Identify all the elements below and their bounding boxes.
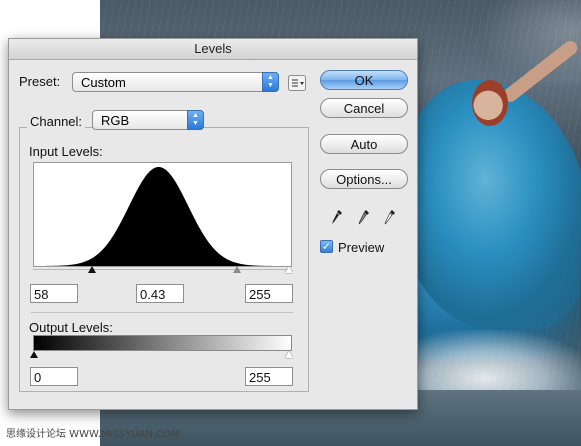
list-icon[interactable] — [288, 75, 306, 91]
output-black-field[interactable]: 0 — [30, 367, 78, 386]
histogram-plot — [34, 167, 291, 266]
channel-label: Channel: — [27, 114, 86, 129]
options-button[interactable]: Options... — [320, 169, 408, 189]
output-gradient-bar — [33, 335, 292, 351]
preview-label: Preview — [338, 240, 385, 255]
output-levels-label: Output Levels: — [29, 320, 113, 335]
white-point-eyedropper-icon[interactable] — [384, 209, 396, 225]
preset-label: Preset: — [19, 74, 61, 89]
preset-select[interactable]: Custom ▲ ▼ — [72, 72, 279, 92]
output-white-slider-handle[interactable] — [285, 351, 293, 358]
checkmark-icon: ✓ — [321, 241, 332, 253]
black-point-eyedropper-icon[interactable] — [331, 209, 343, 225]
cancel-button[interactable]: Cancel — [320, 98, 408, 118]
dialog-title: Levels — [9, 39, 417, 60]
gray-point-eyedropper-icon[interactable] — [358, 209, 370, 225]
output-black-slider-handle[interactable] — [30, 351, 38, 358]
input-black-slider-handle[interactable] — [88, 266, 96, 273]
histogram — [33, 162, 292, 267]
levels-dialog: Levels Preset: Custom ▲ ▼ Channel: RGB ▲ ▼… — [8, 38, 418, 410]
chevron-updown-icon: ▲ ▼ — [262, 72, 279, 92]
histogram-shape — [34, 167, 291, 266]
auto-button[interactable]: Auto — [320, 134, 408, 154]
channel-value: RGB — [101, 113, 130, 128]
input-slider-track — [33, 269, 290, 270]
watermark: 思缘设计论坛 WWW.MISSYUAN.COM — [6, 429, 180, 440]
input-black-field[interactable]: 58 — [30, 284, 78, 303]
preview-checkbox[interactable]: ✓ — [320, 240, 333, 253]
ok-button[interactable]: OK — [320, 70, 408, 90]
input-white-field[interactable]: 255 — [245, 284, 293, 303]
input-white-slider-handle[interactable] — [285, 266, 293, 273]
divider — [31, 312, 293, 313]
input-levels-label: Input Levels: — [29, 144, 103, 159]
output-white-field[interactable]: 255 — [245, 367, 293, 386]
input-gray-field[interactable]: 0.43 — [136, 284, 184, 303]
preset-value: Custom — [81, 75, 126, 90]
channel-select[interactable]: RGB ▲ ▼ — [92, 110, 204, 130]
chevron-updown-icon: ▲ ▼ — [187, 110, 204, 130]
input-gray-slider-handle[interactable] — [233, 266, 241, 273]
